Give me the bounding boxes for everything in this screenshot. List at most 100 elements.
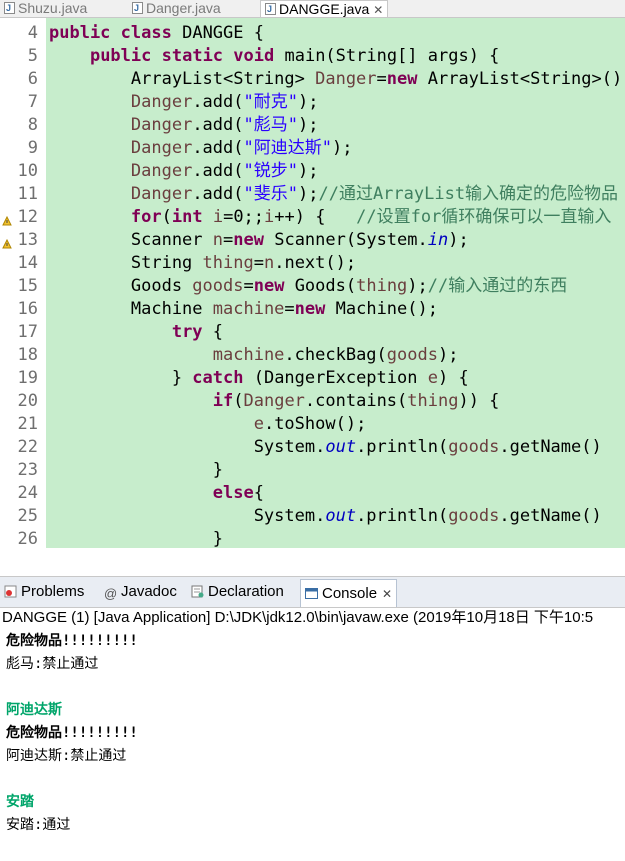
warning-marker-icon[interactable] bbox=[2, 213, 12, 226]
line-number: 11 bbox=[17, 184, 38, 204]
code-token: e bbox=[427, 368, 438, 388]
code-token: out bbox=[325, 437, 357, 457]
tab-problems[interactable]: Problems bbox=[4, 582, 84, 602]
problems-icon bbox=[4, 584, 17, 598]
tab-label: DANGGE.java bbox=[279, 1, 370, 17]
code-token: goods bbox=[448, 437, 500, 457]
code-line[interactable]: public static void main(String[] args) { bbox=[49, 45, 499, 68]
line-number: 16 bbox=[17, 299, 38, 319]
code-token: ) { bbox=[437, 368, 469, 388]
code-line[interactable]: } catch (DangerException e) { bbox=[49, 367, 469, 390]
code-line[interactable]: } bbox=[49, 528, 223, 548]
line-number: 4 bbox=[27, 23, 38, 43]
code-token: .getName() bbox=[499, 437, 602, 457]
console-output-line: 危险物品!!!!!!!!! bbox=[6, 633, 138, 649]
code-line[interactable]: Scanner n=new Scanner(System.in); bbox=[49, 229, 469, 252]
close-icon[interactable]: ✕ bbox=[373, 3, 383, 17]
code-line[interactable]: System.out.println(goods.getName() bbox=[49, 505, 602, 528]
code-line[interactable]: Danger.add("斐乐");//通过ArrayList输入确定的危险物品 bbox=[49, 183, 618, 206]
code-line[interactable]: try { bbox=[49, 321, 223, 344]
code-token: thing bbox=[356, 276, 408, 296]
code-token: .next(); bbox=[274, 253, 357, 273]
code-token: //设置for循环确保可以一直输入 bbox=[356, 207, 612, 227]
code-token: ); bbox=[448, 230, 469, 250]
line-number: 25 bbox=[17, 506, 38, 526]
line-number: 9 bbox=[27, 138, 38, 158]
code-token: ); bbox=[297, 92, 319, 112]
code-token: void bbox=[233, 46, 275, 66]
code-token: Goods bbox=[49, 276, 193, 296]
code-token: new bbox=[253, 276, 285, 296]
code-line[interactable]: Danger.add("阿迪达斯"); bbox=[49, 137, 353, 160]
code-line[interactable]: for(int i=0;;i++) { //设置for循环确保可以一直输入 bbox=[49, 206, 611, 229]
tab-danger-java[interactable]: Danger.java bbox=[132, 0, 221, 17]
tab-javadoc[interactable]: @ Javadoc bbox=[104, 582, 177, 602]
line-number: 26 bbox=[17, 529, 38, 548]
code-token: ( bbox=[233, 391, 244, 411]
code-token: .println( bbox=[356, 506, 449, 526]
code-line[interactable]: Machine machine=new Machine(); bbox=[49, 298, 438, 321]
console-output[interactable]: 危险物品!!!!!!!!! 彪马:禁止通过 阿迪达斯 危险物品!!!!!!!!! 阿迪达… bbox=[0, 630, 625, 861]
code-line[interactable]: e.toShow(); bbox=[49, 413, 367, 436]
code-token: ); bbox=[437, 345, 459, 365]
code-line[interactable]: } bbox=[49, 459, 223, 482]
tab-dangge-java[interactable]: DANGGE.java✕ bbox=[260, 0, 389, 17]
code-editor[interactable]: 4 5 6 7 8 9 10 11 12 13 14 15 16 17 18 19 20 21 22 23 24 25 26… bbox=[0, 18, 625, 548]
code-line[interactable]: else{ bbox=[49, 482, 264, 505]
code-token: = bbox=[284, 299, 295, 319]
code-token: try bbox=[171, 322, 203, 342]
line-number: 7 bbox=[27, 92, 38, 112]
code-token: .toShow(); bbox=[263, 414, 367, 434]
code-line[interactable]: Danger.add("锐步"); bbox=[49, 160, 319, 183]
code-token: catch bbox=[192, 368, 244, 388]
code-token: "阿迪达斯" bbox=[243, 138, 332, 158]
tab-declaration[interactable]: Declaration bbox=[191, 582, 284, 602]
code-token: n bbox=[212, 230, 224, 250]
code-token: .add( bbox=[192, 115, 244, 135]
code-token: = bbox=[253, 253, 264, 273]
code-token: .add( bbox=[192, 161, 244, 181]
close-icon[interactable]: ✕ bbox=[382, 587, 392, 601]
code-line[interactable]: Goods goods=new Goods(thing);//输入通过的东西 bbox=[49, 275, 567, 298]
console-input-line: 安踏 bbox=[6, 794, 34, 810]
tab-label: Console bbox=[322, 585, 378, 602]
code-token: "彪马" bbox=[243, 115, 298, 135]
code-token: if bbox=[212, 391, 234, 411]
code-token: i bbox=[264, 207, 275, 227]
code-line[interactable]: String thing=n.next(); bbox=[49, 252, 356, 275]
code-line[interactable]: System.out.println(goods.getName() bbox=[49, 436, 602, 459]
code-token: public bbox=[89, 46, 152, 66]
code-line[interactable]: if(Danger.contains(thing)) { bbox=[49, 390, 500, 413]
code-token: )) { bbox=[458, 391, 500, 411]
java-file-icon bbox=[265, 1, 276, 17]
code-token: .add( bbox=[192, 92, 244, 112]
code-token: ++) { bbox=[274, 207, 357, 227]
code-token: System. bbox=[49, 437, 326, 457]
code-line[interactable]: ArrayList<String> Danger=new ArrayList<S… bbox=[49, 68, 625, 91]
code-line[interactable]: Danger.add("彪马"); bbox=[49, 114, 319, 137]
code-token: static bbox=[161, 46, 224, 66]
tab-shuzu-java[interactable]: Shuzu.java bbox=[4, 0, 87, 17]
code-token: n bbox=[263, 253, 275, 273]
line-number: 8 bbox=[27, 115, 38, 135]
code-line[interactable]: public class DANGGE { bbox=[49, 22, 264, 45]
code-token: ( bbox=[161, 207, 172, 227]
code-area[interactable]: public class DANGGE { public static void… bbox=[46, 18, 625, 548]
java-file-icon bbox=[4, 0, 15, 16]
code-token: Machine bbox=[49, 299, 213, 319]
code-token: new bbox=[386, 69, 418, 89]
warning-marker-icon[interactable] bbox=[2, 236, 12, 249]
code-line[interactable]: machine.checkBag(goods); bbox=[49, 344, 459, 367]
tab-console[interactable]: Console ✕ bbox=[300, 579, 398, 607]
code-token: ArrayList<String>(); bbox=[417, 69, 625, 89]
code-token: } bbox=[49, 529, 223, 548]
view-tab-bar: Problems @ Javadoc Declaration Console ✕ bbox=[0, 576, 625, 608]
tab-label: Shuzu.java bbox=[18, 0, 88, 16]
code-token: System. bbox=[49, 506, 326, 526]
code-line[interactable]: Danger.add("耐克"); bbox=[49, 91, 319, 114]
